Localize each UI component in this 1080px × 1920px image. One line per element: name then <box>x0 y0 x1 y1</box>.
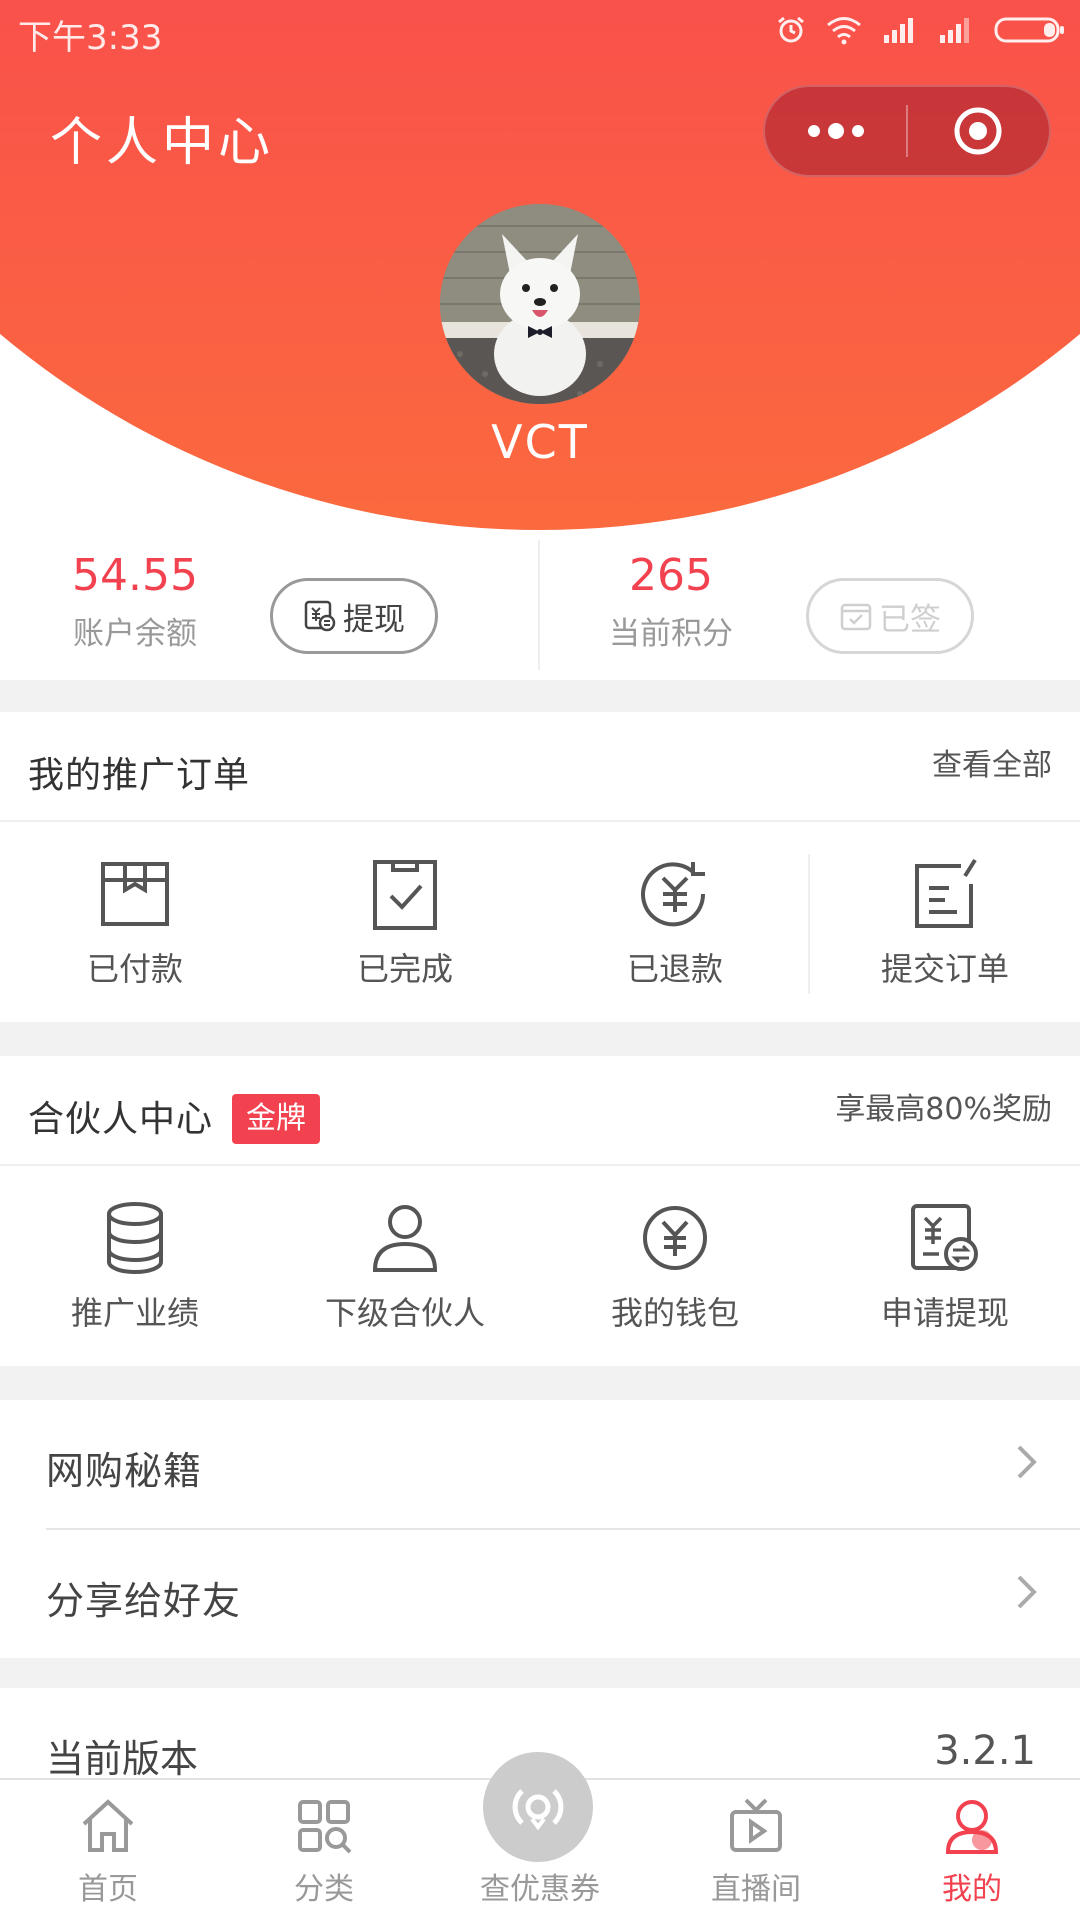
withdraw-icon <box>304 600 336 632</box>
submit-order-label: 提交订单 <box>880 950 1009 988</box>
box-icon <box>101 862 169 926</box>
balance-label: 账户余额 <box>73 616 197 652</box>
menu-item-share[interactable]: 分享给好友 <box>0 1530 1080 1658</box>
signal-icon <box>940 18 969 43</box>
chevron-right-icon <box>1017 1575 1037 1609</box>
balance-value: 54.55 <box>72 550 198 601</box>
menu-item-shopping-tips[interactable]: 网购秘籍 <box>0 1400 1080 1530</box>
coupon-search-fab[interactable] <box>483 1752 593 1862</box>
apply-withdraw[interactable]: 申请提现 <box>810 1168 1080 1358</box>
partner-grid: 推广业绩 下级合伙人 我的钱包 申请提现 <box>0 1168 1080 1358</box>
refund-icon <box>641 862 706 927</box>
more-button[interactable] <box>765 87 906 175</box>
profile-header: 下午3:33 个人中心 VCT <box>0 0 1080 540</box>
battery-icon <box>994 17 1064 43</box>
sub-partners[interactable]: 下级合伙人 <box>270 1168 540 1358</box>
order-status-refunded-label: 已退款 <box>626 950 723 988</box>
tv-play-icon <box>730 1798 782 1852</box>
target-circle-icon <box>954 107 1002 155</box>
tab-label: 首页 <box>78 1872 138 1907</box>
points-value: 265 <box>629 550 713 601</box>
order-status-refunded[interactable]: 已退款 <box>540 824 810 1014</box>
version-label: 当前版本 <box>46 1737 199 1781</box>
dog-avatar-image <box>440 204 640 404</box>
signal-icon <box>884 18 913 43</box>
account-stats: 54.55 账户余额 提现 265 当前积分 已签 <box>0 540 1080 680</box>
withdraw-button[interactable]: 提现 <box>270 578 438 654</box>
clipboard-check-icon <box>373 860 437 930</box>
my-wallet-label: 我的钱包 <box>610 1294 739 1332</box>
points-label: 当前积分 <box>609 616 733 652</box>
promotion-performance-label: 推广业绩 <box>70 1294 199 1332</box>
page-title: 个人中心 <box>50 113 275 173</box>
submit-order[interactable]: 提交订单 <box>810 824 1080 1014</box>
menu-item-label: 分享给好友 <box>46 1579 242 1623</box>
yuan-circle-icon <box>643 1206 707 1270</box>
partner-reward-link[interactable]: 享最高80%奖励 <box>835 1084 1052 1128</box>
sub-partners-label: 下级合伙人 <box>324 1294 485 1332</box>
category-icon <box>298 1800 352 1854</box>
tab-live[interactable]: 直播间 <box>648 1780 864 1920</box>
menu-card: 网购秘籍 分享给好友 <box>0 1400 1080 1658</box>
tab-home[interactable]: 首页 <box>0 1780 216 1920</box>
status-bar: 下午3:33 <box>0 0 1080 60</box>
profile-page: 下午3:33 个人中心 VCT 54.55 账户余额 提现 265 当前积分 已… <box>0 0 1080 1920</box>
tab-mine[interactable]: 我的 <box>864 1780 1080 1920</box>
orders-grid: 已付款 已完成 已退款 提交订单 <box>0 824 1080 1014</box>
edit-note-icon <box>915 858 977 928</box>
signed-in-button[interactable]: 已签 <box>806 578 974 654</box>
version-value: 3.2.1 <box>934 1728 1036 1774</box>
partner-title: 合伙人中心 <box>28 1099 214 1140</box>
my-wallet[interactable]: 我的钱包 <box>540 1168 810 1358</box>
coins-stack-icon <box>107 1202 163 1274</box>
profile-icon <box>945 1800 999 1854</box>
tab-label: 分类 <box>294 1872 354 1907</box>
partner-level-badge: 金牌 <box>232 1094 320 1144</box>
wifi-icon <box>827 17 861 45</box>
tab-label: 我的 <box>942 1872 1002 1907</box>
tab-label: 查优惠券 <box>480 1872 600 1907</box>
chevron-right-icon <box>1017 1445 1037 1479</box>
tab-category[interactable]: 分类 <box>216 1780 432 1920</box>
withdraw-icon <box>911 1204 978 1271</box>
tab-label: 直播间 <box>711 1872 801 1907</box>
status-icons <box>776 12 1066 48</box>
partner-card-header: 合伙人中心 金牌 享最高80%奖励 <box>0 1056 1080 1166</box>
orders-title: 我的推广订单 <box>28 755 251 796</box>
more-dots-icon <box>807 123 864 139</box>
stats-divider <box>538 540 540 670</box>
orders-card-header: 我的推广订单 查看全部 <box>0 712 1080 822</box>
alarm-icon <box>778 16 804 43</box>
order-status-paid[interactable]: 已付款 <box>0 824 270 1014</box>
withdraw-button-label: 提现 <box>343 601 405 638</box>
order-status-paid-label: 已付款 <box>86 950 183 988</box>
close-button[interactable] <box>908 87 1049 175</box>
order-status-completed[interactable]: 已完成 <box>270 824 540 1014</box>
user-icon <box>372 1205 438 1272</box>
username: VCT <box>491 415 589 469</box>
view-all-link[interactable]: 查看全部 <box>932 740 1052 784</box>
order-status-completed-label: 已完成 <box>356 950 453 988</box>
status-time: 下午3:33 <box>18 18 163 58</box>
calendar-check-icon <box>840 603 872 631</box>
signed-in-button-label: 已签 <box>879 601 941 638</box>
menu-item-label: 网购秘籍 <box>46 1449 203 1493</box>
avatar[interactable] <box>440 204 640 404</box>
home-icon <box>82 1799 134 1852</box>
apply-withdraw-label: 申请提现 <box>880 1294 1009 1332</box>
broadcast-icon <box>512 1789 564 1831</box>
partner-card: 合伙人中心 金牌 享最高80%奖励 推广业绩 下级合伙人 我的钱包 申请提现 <box>0 1056 1080 1366</box>
promotion-performance[interactable]: 推广业绩 <box>0 1168 270 1358</box>
orders-card: 我的推广订单 查看全部 已付款 已完成 已退款 提交订单 <box>0 712 1080 1022</box>
mini-program-capsule <box>763 85 1051 177</box>
